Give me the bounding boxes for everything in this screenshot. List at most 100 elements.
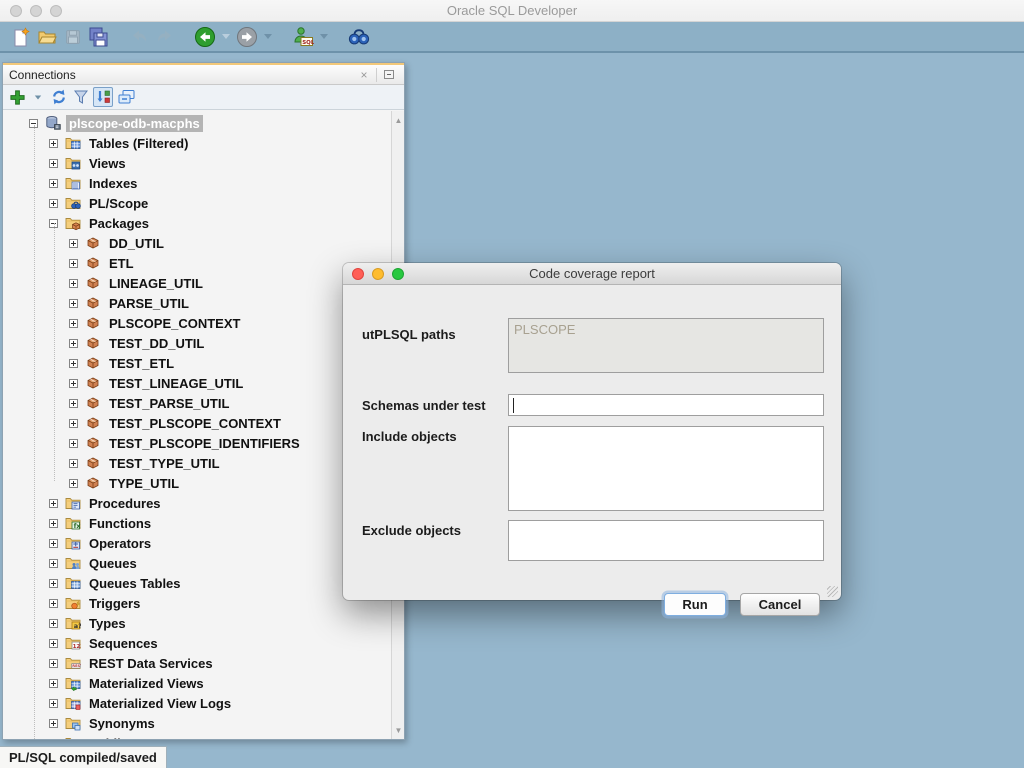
run-button[interactable]: Run	[664, 593, 726, 616]
tree-expander-icon[interactable]	[49, 159, 58, 168]
tree-expander-icon[interactable]	[49, 179, 58, 188]
minimize-window-button[interactable]	[30, 5, 42, 17]
tree-item[interactable]: Queues Tables	[3, 573, 391, 593]
tree-item[interactable]: Views	[3, 153, 391, 173]
redo-icon[interactable]	[152, 24, 178, 50]
resize-grip[interactable]	[827, 586, 838, 597]
tree-expander-icon[interactable]	[69, 439, 78, 448]
tree-expander-icon[interactable]	[69, 259, 78, 268]
tree-item[interactable]: 123Sequences	[3, 633, 391, 653]
tree-expander-icon[interactable]	[49, 579, 58, 588]
worksheet-dropdown-icon[interactable]	[320, 34, 328, 39]
tree-item[interactable]: ETL	[3, 253, 391, 273]
new-sql-worksheet-icon[interactable]: SQL	[290, 24, 316, 50]
tree-expander-icon[interactable]	[69, 419, 78, 428]
tree-item[interactable]: TEST_PLSCOPE_IDENTIFIERS	[3, 433, 391, 453]
tree-expander-icon[interactable]	[49, 559, 58, 568]
tree-expander-icon[interactable]	[69, 359, 78, 368]
tree-item[interactable]: Operators	[3, 533, 391, 553]
tree-item[interactable]: TEST_DD_UTIL	[3, 333, 391, 353]
tree-item[interactable]: Public Synonyms	[3, 733, 391, 739]
collapse-all-icon[interactable]	[116, 87, 137, 107]
tree-item[interactable]: Packages	[3, 213, 391, 233]
tree-expander-icon[interactable]	[49, 599, 58, 608]
save-icon[interactable]	[60, 24, 86, 50]
tree-item[interactable]: TEST_PLSCOPE_CONTEXT	[3, 413, 391, 433]
panel-minimize-icon[interactable]	[380, 67, 398, 83]
tree-item[interactable]: DD_UTIL	[3, 233, 391, 253]
tree-expander-icon[interactable]	[49, 139, 58, 148]
tree-item[interactable]: plscope-odb-macphs	[3, 113, 391, 133]
tree-item[interactable]: TYPE_UTIL	[3, 473, 391, 493]
back-dropdown-icon[interactable]	[222, 34, 230, 39]
apply-filter-icon[interactable]	[72, 87, 90, 107]
tree-expander-icon[interactable]	[49, 659, 58, 668]
tree-item[interactable]: PLSCOPE_CONTEXT	[3, 313, 391, 333]
tree-item[interactable]: Tables (Filtered)	[3, 133, 391, 153]
close-window-button[interactable]	[10, 5, 22, 17]
tree-expander-icon[interactable]	[49, 679, 58, 688]
connections-panel-header[interactable]: Connections ×	[3, 63, 404, 85]
tree-item[interactable]: TEST_TYPE_UTIL	[3, 453, 391, 473]
back-icon[interactable]	[192, 24, 218, 50]
tree-expander-icon[interactable]	[69, 279, 78, 288]
tree-expander-icon[interactable]	[49, 699, 58, 708]
tree-expander-icon[interactable]	[69, 299, 78, 308]
tree-item[interactable]: Triggers	[3, 593, 391, 613]
scroll-down-icon[interactable]: ▼	[392, 723, 404, 737]
tree-expander-icon[interactable]	[49, 739, 58, 740]
tree-expander-icon[interactable]	[49, 719, 58, 728]
zoom-window-button[interactable]	[50, 5, 62, 17]
find-db-object-icon[interactable]	[346, 24, 372, 50]
tree-expander-icon[interactable]	[49, 539, 58, 548]
tree-item[interactable]: TEST_ETL	[3, 353, 391, 373]
tree-item[interactable]: fxFunctions	[3, 513, 391, 533]
forward-dropdown-icon[interactable]	[264, 34, 272, 39]
tree-expander-icon[interactable]	[69, 339, 78, 348]
tree-expander-icon[interactable]	[49, 639, 58, 648]
tree-expander-icon[interactable]	[49, 499, 58, 508]
tree-item[interactable]: PL/Scope	[3, 193, 391, 213]
dialog-minimize-button[interactable]	[372, 268, 384, 280]
tree-expander-icon[interactable]	[49, 519, 58, 528]
tree-expander-icon[interactable]	[69, 459, 78, 468]
tree-item[interactable]: PARSE_UTIL	[3, 293, 391, 313]
tree-item[interactable]: Procedures	[3, 493, 391, 513]
refresh-icon[interactable]	[49, 87, 69, 107]
add-connection-icon[interactable]	[8, 87, 27, 107]
tree-item[interactable]: Materialized Views	[3, 673, 391, 693]
tree-item[interactable]: Indexes	[3, 173, 391, 193]
tree-expander-icon[interactable]	[49, 619, 58, 628]
new-file-icon[interactable]	[8, 24, 34, 50]
tree-expander-icon[interactable]	[69, 399, 78, 408]
tree-item[interactable]: Queues	[3, 553, 391, 573]
tree-item[interactable]: Synonyms	[3, 713, 391, 733]
exclude-objects-field[interactable]	[508, 520, 824, 561]
tree-expander-icon[interactable]	[69, 319, 78, 328]
tree-item[interactable]: a?Types	[3, 613, 391, 633]
include-objects-field[interactable]	[508, 426, 824, 511]
tree-expander-icon[interactable]	[69, 239, 78, 248]
cancel-button[interactable]: Cancel	[740, 593, 820, 616]
status-text: PL/SQL compiled/saved	[9, 750, 157, 765]
dialog-titlebar[interactable]: Code coverage report	[343, 263, 841, 285]
panel-close-icon[interactable]: ×	[355, 67, 373, 83]
tree-expander-icon[interactable]	[69, 379, 78, 388]
tree-item[interactable]: RESTREST Data Services	[3, 653, 391, 673]
tree-item[interactable]: TEST_LINEAGE_UTIL	[3, 373, 391, 393]
dialog-close-button[interactable]	[352, 268, 364, 280]
tree-expander-icon[interactable]	[69, 479, 78, 488]
sort-icon[interactable]	[93, 87, 113, 107]
add-connection-dropdown-icon[interactable]	[35, 95, 41, 99]
scroll-up-icon[interactable]: ▲	[392, 113, 404, 127]
save-all-icon[interactable]	[86, 24, 112, 50]
tree-expander-icon[interactable]	[49, 199, 58, 208]
tree-item[interactable]: Materialized View Logs	[3, 693, 391, 713]
undo-icon[interactable]	[126, 24, 152, 50]
tree-item[interactable]: LINEAGE_UTIL	[3, 273, 391, 293]
tree-item[interactable]: TEST_PARSE_UTIL	[3, 393, 391, 413]
dialog-zoom-button[interactable]	[392, 268, 404, 280]
open-file-icon[interactable]	[34, 24, 60, 50]
forward-icon[interactable]	[234, 24, 260, 50]
schemas-under-test-input[interactable]	[508, 394, 824, 416]
